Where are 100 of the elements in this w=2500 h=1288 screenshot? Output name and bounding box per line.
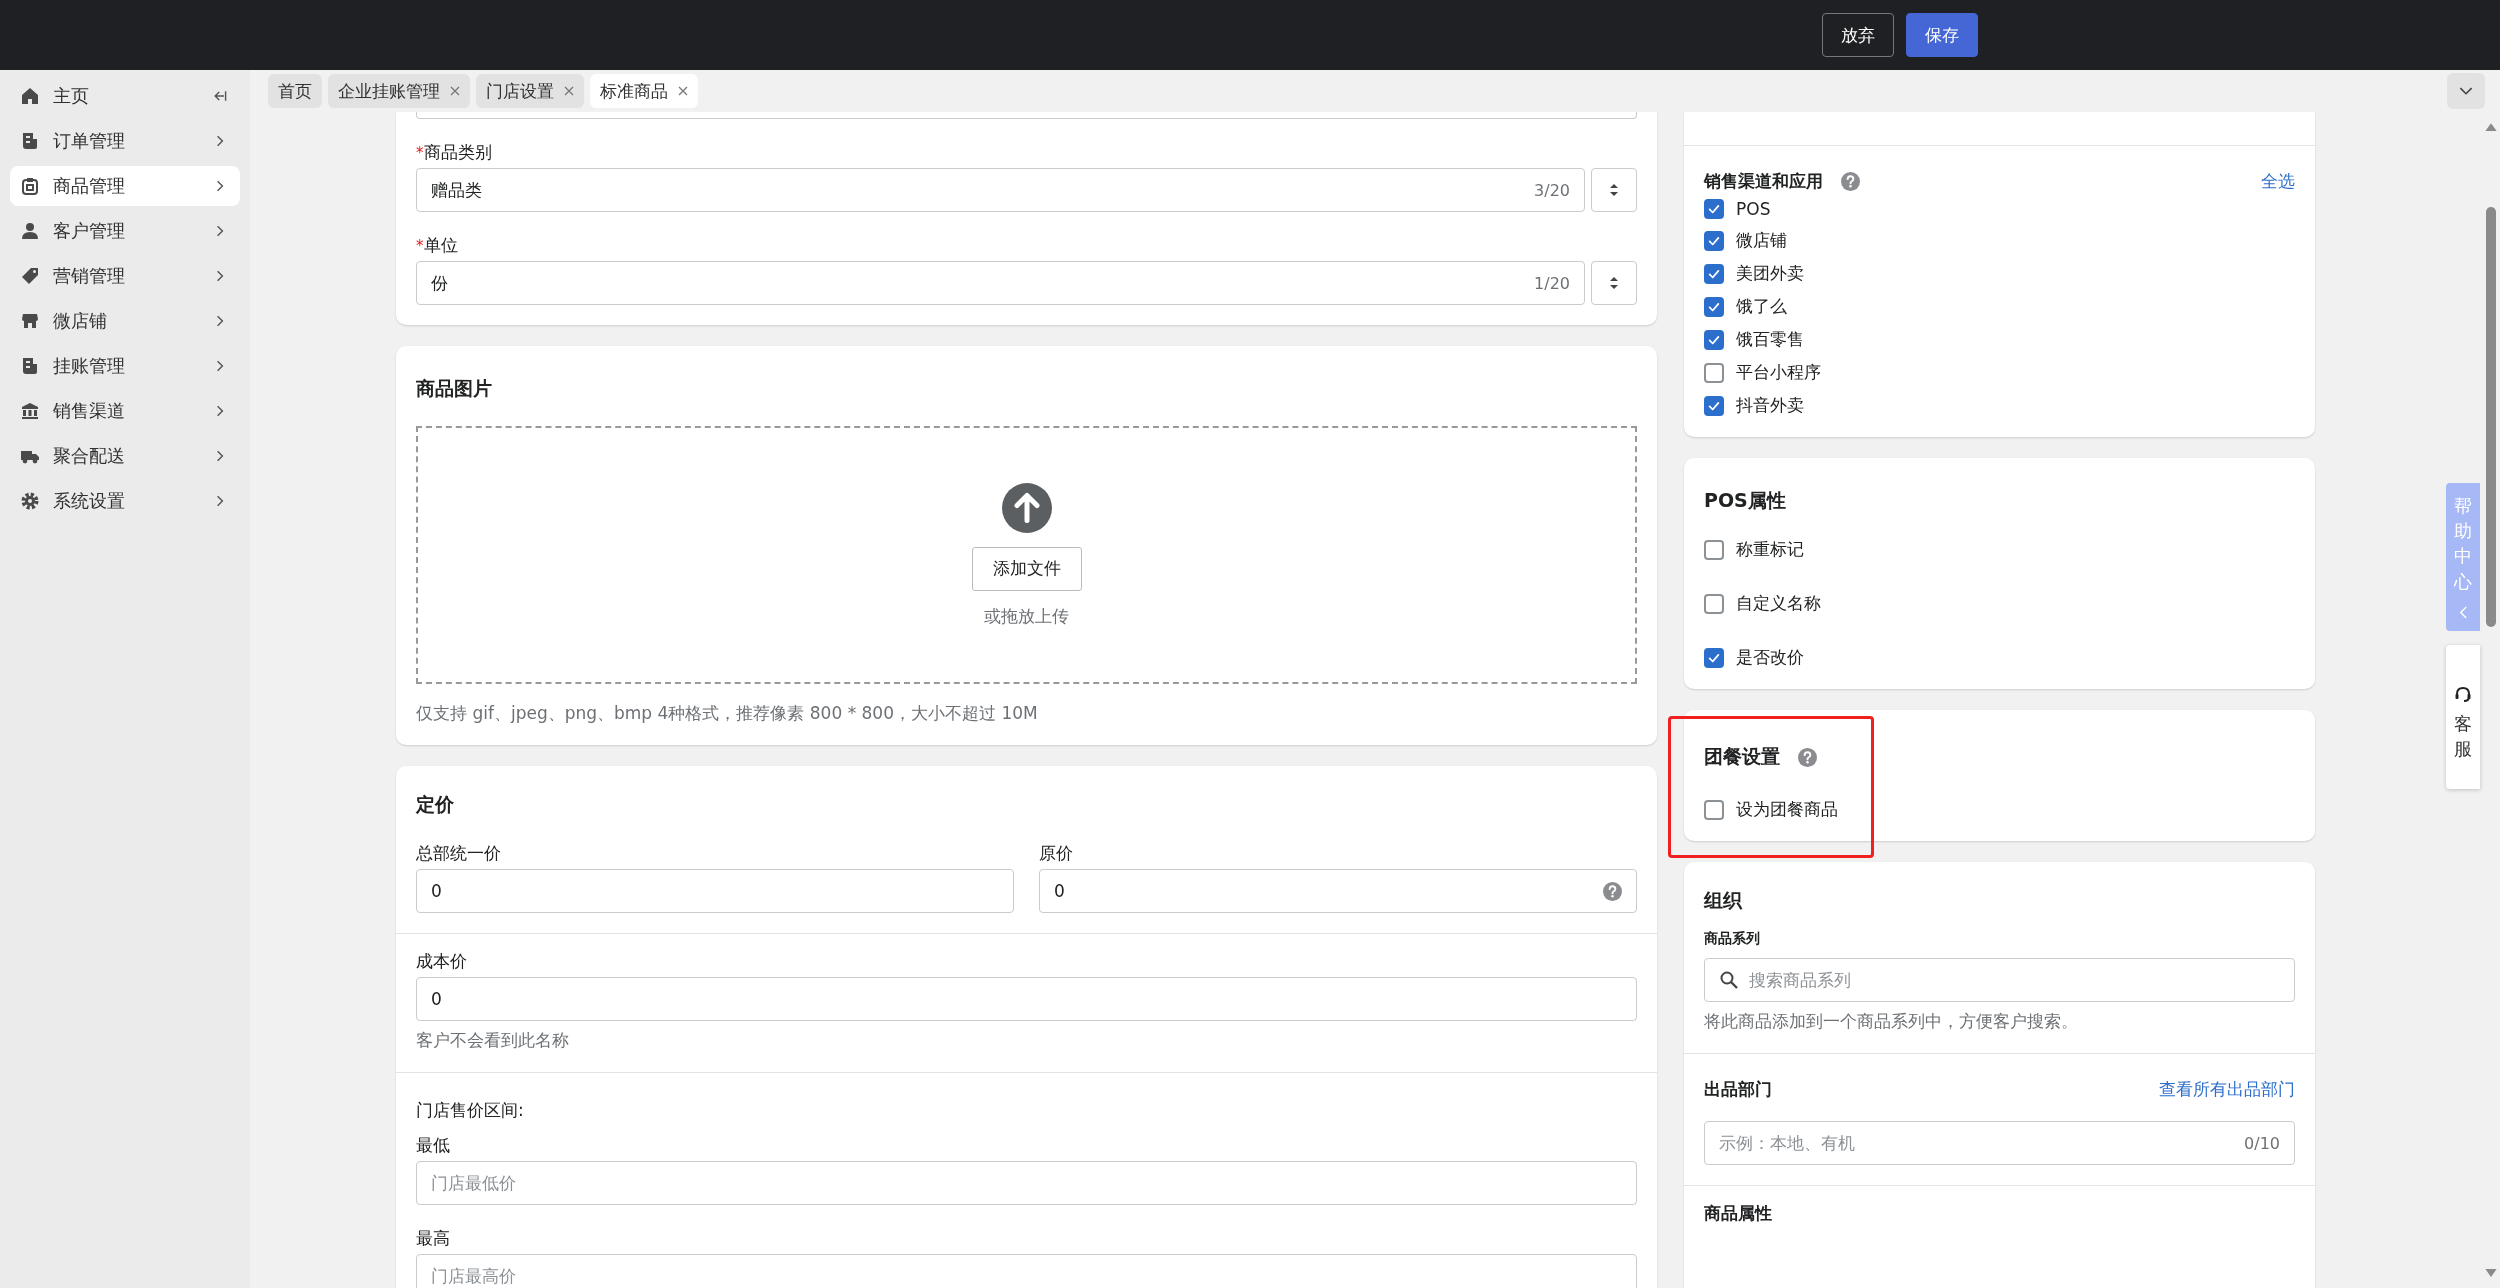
checkmark-icon	[1707, 202, 1721, 216]
box-icon	[20, 176, 40, 196]
discard-button[interactable]: 放弃	[1822, 13, 1894, 57]
help-icon	[1798, 747, 1817, 767]
section-title: 商品属性	[1704, 1203, 1772, 1223]
sidebar-item-label: 商品管理	[53, 174, 126, 198]
sidebar-item[interactable]: 客户管理	[10, 211, 240, 251]
checkbox-label: 自定义名称	[1736, 592, 1821, 615]
close-icon[interactable]	[678, 86, 688, 96]
field-label: 最高	[416, 1227, 451, 1250]
character-counter: 1/20	[1534, 273, 1570, 293]
input-field[interactable]	[416, 112, 1637, 119]
field-label: 原价	[1039, 842, 1074, 865]
input-field[interactable]: 0	[1039, 869, 1637, 913]
sidebar-item[interactable]: 主页	[10, 76, 240, 116]
tab[interactable]: 企业挂账管理	[328, 74, 470, 108]
checkbox[interactable]	[1704, 395, 1724, 416]
field-value: 份	[431, 271, 449, 295]
checkbox-label: 美团外卖	[1736, 262, 1804, 285]
person-icon	[20, 221, 40, 241]
input-field[interactable]: 赠品类 3/20	[416, 168, 1585, 212]
sidebar-item-label: 销售渠道	[53, 399, 126, 423]
sidebar-item[interactable]: 系统设置	[10, 481, 240, 521]
bank-icon	[20, 401, 40, 421]
placeholder: 门店最低价	[431, 1171, 517, 1195]
checkbox[interactable]	[1704, 539, 1724, 560]
add-file-button[interactable]: 添加文件	[971, 546, 1082, 591]
scroll-down-icon[interactable]	[2485, 1269, 2497, 1278]
character-counter: 3/20	[1534, 180, 1570, 200]
tab[interactable]: 首页	[268, 74, 322, 108]
scroll-thumb[interactable]	[2486, 207, 2496, 627]
checkbox[interactable]	[1704, 799, 1724, 820]
checkbox[interactable]	[1704, 296, 1724, 317]
sidebar-item[interactable]: 挂账管理	[10, 346, 240, 386]
sort-icon	[1609, 183, 1619, 197]
input-field[interactable]: 份 1/20	[416, 261, 1585, 305]
placeholder: 示例：本地、有机	[1719, 1131, 1856, 1155]
close-icon[interactable]	[450, 86, 460, 96]
chevron-down-icon	[2459, 86, 2473, 96]
collapse-icon[interactable]	[212, 88, 228, 104]
sidebar-item[interactable]: 聚合配送	[10, 436, 240, 476]
checkbox-label: 抖音外卖	[1736, 394, 1804, 417]
checkbox[interactable]	[1704, 329, 1724, 350]
field-label: 单位	[423, 234, 458, 257]
tab-label: 标准商品	[600, 79, 668, 103]
help-center-label: 帮助中心	[2454, 494, 2472, 594]
store-icon	[20, 311, 40, 331]
field-hint: 将此商品添加到一个商品系列中，方便客户搜索。	[1704, 1010, 2079, 1033]
sidebar-item-label: 微店铺	[53, 309, 108, 333]
field-label: 成本价	[416, 950, 468, 973]
sidebar-item[interactable]: 营销管理	[10, 256, 240, 296]
checkbox[interactable]	[1704, 263, 1724, 284]
home-icon	[20, 86, 40, 106]
checkbox-label: 饿了么	[1736, 295, 1787, 318]
tab[interactable]: 标准商品	[590, 74, 698, 108]
tab-label: 首页	[278, 79, 312, 103]
tag-icon	[20, 266, 40, 286]
field-value: 0	[1054, 881, 1066, 901]
checkbox[interactable]	[1704, 199, 1724, 219]
sidebar-item[interactable]: 订单管理	[10, 121, 240, 161]
dropdown-button[interactable]	[2447, 73, 2485, 109]
save-button[interactable]: 保存	[1906, 13, 1978, 57]
sidebar-item-label: 客户管理	[53, 219, 126, 243]
placeholder: 搜索商品系列	[1749, 968, 1852, 992]
input-field[interactable]: 示例：本地、有机 0/10	[1704, 1121, 2295, 1165]
sidebar-item-label: 系统设置	[53, 489, 126, 513]
checkbox[interactable]	[1704, 230, 1724, 251]
customer-service-tab[interactable]: 客服	[2446, 645, 2480, 790]
view-departments-link[interactable]: 查看所有出品部门	[2159, 1078, 2295, 1101]
input-field[interactable]: 0	[416, 869, 1014, 913]
tab-label: 门店设置	[486, 79, 554, 103]
select-all-link[interactable]: 全选	[2261, 170, 2295, 193]
close-icon[interactable]	[564, 86, 574, 96]
checkbox[interactable]	[1704, 593, 1724, 614]
tab-label: 企业挂账管理	[338, 79, 440, 103]
checkbox[interactable]	[1704, 647, 1724, 668]
section-title: 团餐设置	[1704, 744, 1780, 769]
required-mark: *	[416, 144, 424, 162]
checkbox-label: 微店铺	[1736, 229, 1787, 252]
sidebar-item[interactable]: 商品管理	[10, 166, 240, 206]
tab[interactable]: 门店设置	[476, 74, 584, 108]
sidebar-item[interactable]: 微店铺	[10, 301, 240, 341]
checkbox-label: POS	[1736, 199, 1771, 219]
drop-hint: 或拖放上传	[984, 604, 1069, 628]
input-field[interactable]: 0	[416, 977, 1637, 1021]
field-label: 商品类别	[423, 141, 492, 164]
sidebar-item[interactable]: 销售渠道	[10, 391, 240, 431]
field-value: 0	[431, 989, 443, 1009]
checkbox-label: 饿百零售	[1736, 328, 1804, 351]
section-title: 组织	[1704, 888, 1744, 913]
drop-zone[interactable]: 添加文件 或拖放上传	[416, 426, 1637, 684]
help-icon	[1603, 881, 1622, 901]
sort-icon	[1609, 276, 1619, 290]
field-value: 赠品类	[431, 178, 483, 202]
field-label: 门店售价区间:	[416, 1099, 525, 1122]
upload-icon	[1001, 482, 1052, 533]
field-value: 0	[431, 881, 443, 901]
receipt-icon	[20, 356, 40, 376]
checkbox[interactable]	[1704, 362, 1724, 383]
scroll-up-icon[interactable]	[2485, 122, 2497, 131]
